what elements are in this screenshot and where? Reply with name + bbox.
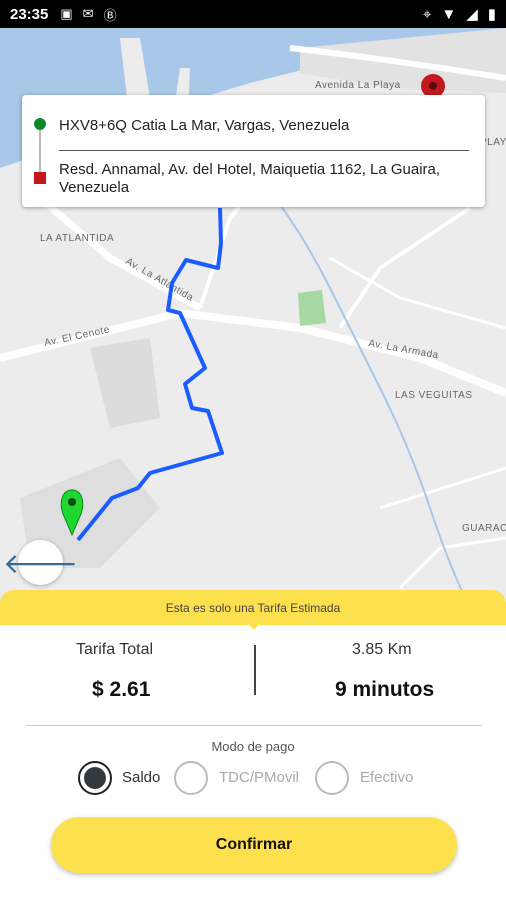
destination-square-icon: [34, 172, 46, 184]
map-label-veguitas: LAS VEGUITAS: [395, 390, 473, 401]
fare-notice-text: Esta es solo una Tarifa Estimada: [165, 600, 341, 615]
origin-address[interactable]: HXV8+6Q Catia La Mar, Vargas, Venezuela: [59, 117, 349, 134]
distance-value: 3.85 Km: [352, 641, 412, 658]
origin-dot-icon: [34, 118, 46, 130]
route-divider: [59, 150, 469, 151]
wifi-icon: ▼: [441, 5, 457, 23]
radio-saldo[interactable]: [78, 761, 112, 795]
confirm-button[interactable]: Confirmar: [51, 817, 457, 873]
radio-tdc-pmovil-label[interactable]: TDC/PMovil: [219, 769, 299, 786]
road-minor: [329, 256, 506, 330]
road-secondary-2: [338, 206, 472, 330]
status-bar: 23:35 ▣ ✉ Ⓑ ⌖ ▼ ◢ ▮: [0, 0, 506, 28]
road-minor-2: [379, 466, 506, 510]
battery-icon: ▮: [487, 6, 496, 23]
mail-icon: ✉: [82, 6, 94, 21]
map-label-cenote: Av. El Cenote: [43, 324, 111, 349]
banner-pointer: [245, 620, 263, 630]
status-time: 23:35: [10, 5, 49, 23]
radio-tdc-pmovil[interactable]: [174, 761, 208, 795]
map-label-atlantida: LA ATLANTIDA: [40, 233, 114, 244]
back-button[interactable]: 🡐: [3, 540, 78, 585]
total-fare-value: $ 2.61: [92, 678, 151, 701]
b-icon: Ⓑ: [103, 7, 117, 23]
zone-2: [90, 338, 160, 428]
total-fare-label: Tarifa Total: [76, 641, 154, 658]
radio-efectivo[interactable]: [315, 761, 349, 795]
payment-mode-title: Modo de pago: [211, 739, 295, 754]
fare-column-divider: [254, 645, 256, 695]
image-icon: ▣: [60, 6, 73, 21]
park: [298, 290, 326, 326]
radio-saldo-label[interactable]: Saldo: [122, 769, 160, 786]
duration-value: 9 minutos: [335, 678, 435, 701]
signal-icon: ◢: [466, 6, 478, 23]
radio-efectivo-label[interactable]: Efectivo: [360, 769, 413, 786]
road-minor-3: [398, 536, 506, 590]
location-icon: ⌖: [422, 5, 432, 23]
map-label-playa-avenue: Avenida La Playa: [315, 80, 401, 91]
arrow-left-icon: 🡐: [2, 547, 79, 579]
route-card: HXV8+6Q Catia La Mar, Vargas, Venezuela …: [22, 95, 485, 207]
destination-address[interactable]: Resd. Annamal, Av. del Hotel, Maiquetia …: [59, 161, 469, 197]
route-connector: [39, 130, 41, 172]
section-divider: [26, 725, 482, 726]
map-label-guaraca: GUARACA: [462, 523, 506, 534]
